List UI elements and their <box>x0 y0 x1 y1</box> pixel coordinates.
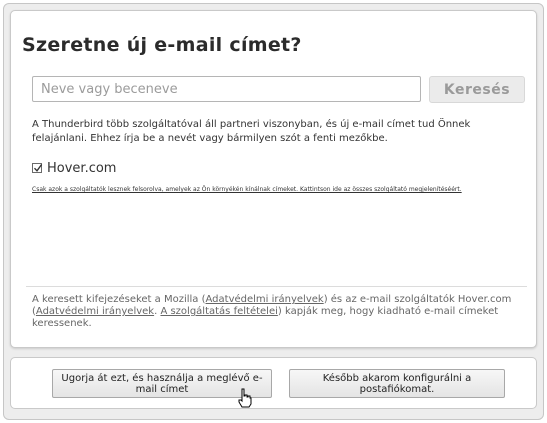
description-text: A Thunderbird több szolgáltatóval áll pa… <box>32 119 471 144</box>
provider-label: Hover.com <box>47 160 117 176</box>
hover-privacy-link[interactable]: Adatvédelmi irányelvek <box>36 306 154 317</box>
divider <box>26 286 527 287</box>
show-all-providers-link[interactable]: Csak azok a szolgáltatók lesznek felsoro… <box>32 186 507 194</box>
provider-checkbox[interactable] <box>32 163 43 173</box>
dialog-title: Szeretne új e-mail címet? <box>22 34 302 56</box>
hover-terms-link[interactable]: A szolgáltatás feltételei <box>160 306 277 317</box>
provider-option-hover[interactable]: Hover.com <box>32 160 116 176</box>
privacy-notice: A keresett kifejezéseket a Mozilla (Adat… <box>32 294 512 329</box>
checkmark-icon <box>33 164 43 172</box>
name-search-input[interactable] <box>32 76 421 102</box>
configure-later-button[interactable]: Később akarom konfigurálni a postafiókom… <box>289 369 505 398</box>
hand-cursor-icon <box>238 388 252 408</box>
mozilla-privacy-link[interactable]: Adatvédelmi irányelvek <box>206 294 324 305</box>
search-button[interactable]: Keresés <box>429 76 525 103</box>
